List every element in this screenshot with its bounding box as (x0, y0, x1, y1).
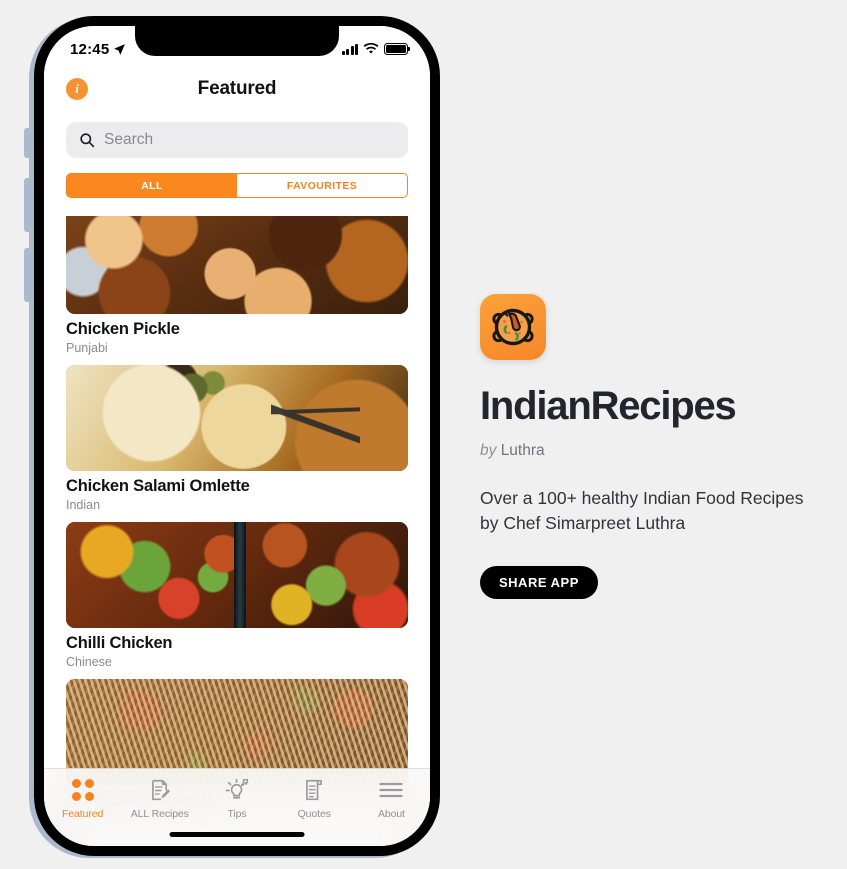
info-icon[interactable]: i (66, 78, 88, 100)
tab-featured-label: Featured (61, 808, 104, 820)
wifi-icon (363, 43, 379, 54)
phone-volume-up-button[interactable] (24, 178, 32, 232)
status-bar-time-group: 12:45 (70, 41, 126, 58)
list-item[interactable]: Chilli Chicken Chinese (66, 522, 408, 669)
app-description: Over a 100+ healthy Indian Food Recipes … (480, 488, 804, 533)
recipe-title: Chilli Chicken (66, 634, 173, 652)
phone-mockup: 12:45 i Featured Search ALL FAVOURITES C… (24, 10, 440, 859)
phone-notch (135, 26, 339, 56)
page-root: 12:45 i Featured Search ALL FAVOURITES C… (0, 0, 847, 869)
tab-about[interactable]: About (353, 778, 430, 820)
tab-tips[interactable]: Tips (198, 778, 275, 820)
location-arrow-icon (114, 43, 126, 55)
filter-segmented-control: ALL FAVOURITES (66, 173, 408, 198)
indian-recipes-bowl-icon (480, 294, 546, 360)
home-indicator[interactable] (169, 832, 305, 837)
recipe-image-chicken-pickle[interactable] (66, 216, 408, 314)
hamburger-menu-icon (379, 778, 404, 802)
search-placeholder: Search (104, 131, 154, 148)
recipe-image-chicken-salami-omlette[interactable] (66, 365, 408, 471)
byline-author: Luthra (500, 442, 545, 459)
share-app-button[interactable]: SHARE APP (480, 565, 598, 599)
byline-prefix: by (480, 442, 497, 459)
tab-featured[interactable]: Featured (44, 778, 121, 820)
tab-all-recipes[interactable]: ALL Recipes (121, 778, 198, 820)
lightbulb-idea-icon (225, 778, 249, 802)
phone-silent-switch[interactable] (24, 128, 32, 158)
recipe-list[interactable]: Chicken Pickle Punjabi Chicken Salami Om… (44, 216, 430, 846)
recipe-cuisine: Chinese (66, 655, 112, 669)
tab-quotes[interactable]: Quotes (276, 778, 353, 820)
page-title: Featured (197, 78, 277, 99)
list-item[interactable]: Chicken Salami Omlette Indian (66, 365, 408, 512)
segment-all[interactable]: ALL (67, 174, 237, 197)
tab-tips-label: Tips (227, 808, 247, 820)
search-zone: Search (44, 112, 430, 158)
segmented-zone: ALL FAVOURITES (44, 158, 430, 198)
phone-screen: 12:45 i Featured Search ALL FAVOURITES C… (44, 26, 430, 846)
note-pencil-icon (149, 778, 171, 802)
segment-favourites[interactable]: FAVOURITES (237, 174, 407, 197)
search-input[interactable]: Search (66, 122, 408, 158)
recipe-cuisine: Indian (66, 498, 101, 512)
recipe-title: Chicken Salami Omlette (66, 477, 250, 495)
status-bar-time: 12:45 (70, 40, 110, 58)
app-info-panel: IndianRecipes by Luthra Over a 100+ heal… (480, 294, 820, 599)
recipe-title: Chicken Pickle (66, 320, 180, 338)
grid-dots-icon (71, 778, 94, 802)
tab-quotes-label: Quotes (297, 808, 331, 820)
list-item[interactable]: Chicken Pickle Punjabi (66, 216, 408, 355)
app-title: IndianRecipes (480, 384, 737, 428)
tab-all-recipes-label: ALL Recipes (130, 808, 189, 820)
recipe-image-chilli-chicken[interactable] (66, 522, 408, 628)
cellular-bars-icon (341, 43, 358, 55)
phone-volume-down-button[interactable] (24, 248, 32, 302)
segment-all-label: ALL (141, 179, 163, 192)
segment-favourites-label: FAVOURITES (286, 179, 358, 192)
tab-about-label: About (377, 808, 405, 820)
app-byline: by Luthra (480, 442, 820, 460)
phone-frame: 12:45 i Featured Search ALL FAVOURITES C… (34, 16, 440, 856)
search-icon (80, 133, 95, 148)
nav-header: i Featured (44, 66, 430, 112)
recipe-cuisine: Punjabi (66, 341, 108, 355)
status-bar-indicators (341, 43, 411, 55)
scroll-document-icon (303, 778, 325, 802)
info-icon-label: i (75, 81, 79, 96)
battery-full-icon (384, 43, 411, 55)
